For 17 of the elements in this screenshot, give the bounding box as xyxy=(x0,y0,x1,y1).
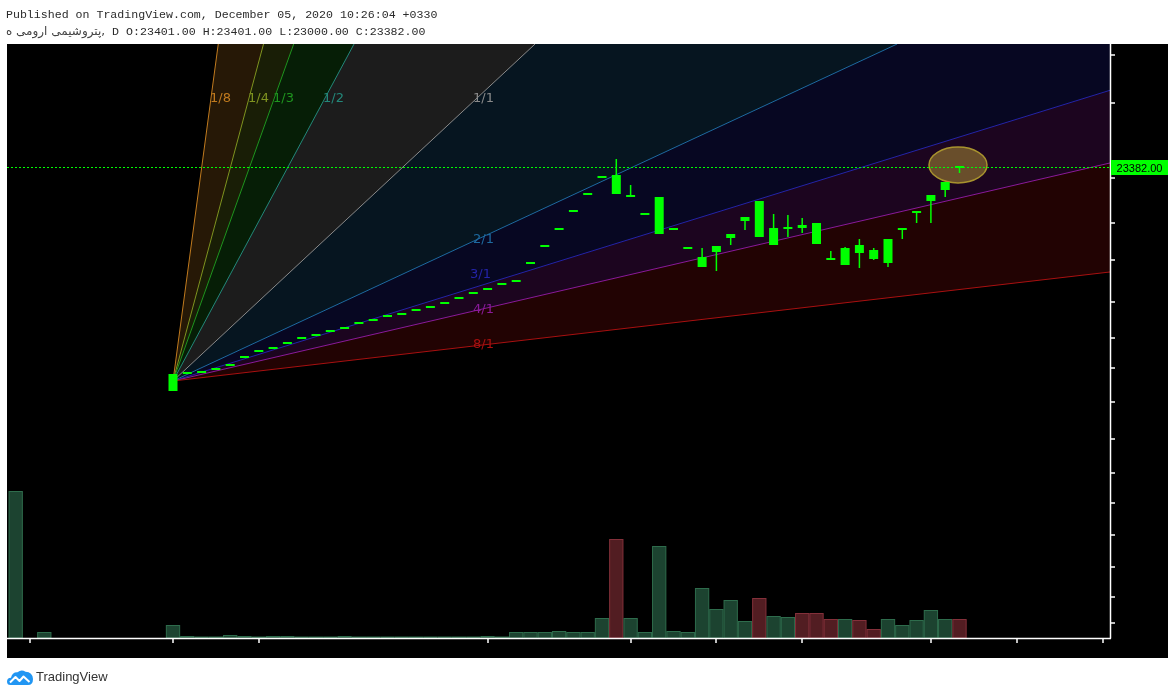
ohlc-value: C:23382.00 xyxy=(355,24,426,40)
fan-level-label: 3/1 xyxy=(470,265,491,281)
publish-info: Published on TradingView.com, December 05, 2020 10:26:04 +0330 xyxy=(6,7,438,23)
ellipse-highlight xyxy=(928,146,988,184)
ohlc-value: H:23401.00 xyxy=(202,24,273,40)
fan-level-label: 1/2 xyxy=(323,89,344,105)
brand-name: TradingView xyxy=(36,670,108,683)
fan-level-label: 1/4 xyxy=(248,89,269,105)
symbol-name: پتروشیمی ارومی ه, xyxy=(6,23,106,40)
fan-level-label: 2/1 xyxy=(473,230,494,246)
ohlc-value: O:23401.00 xyxy=(126,24,196,40)
fan-level-label: 1/3 xyxy=(273,89,294,105)
cloud-logo-icon xyxy=(7,668,33,685)
interval-label: D xyxy=(112,24,120,40)
last-price-label: 23382.00 xyxy=(1111,160,1168,175)
ohlc-value: L:23000.00 xyxy=(279,24,349,40)
fan-level-label: 1/8 xyxy=(210,89,231,105)
